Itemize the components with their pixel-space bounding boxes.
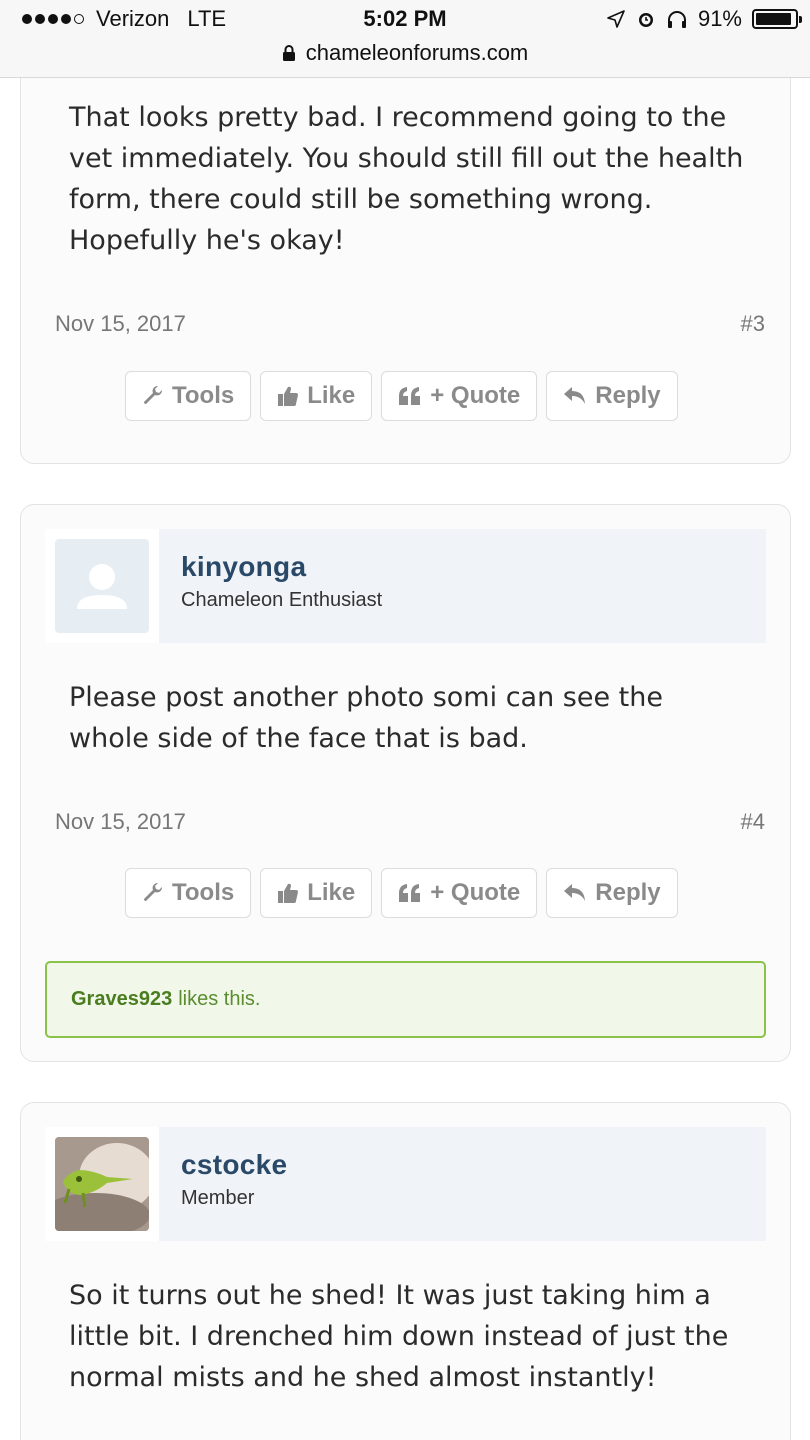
tools-label: Tools bbox=[172, 879, 235, 906]
default-user-icon bbox=[77, 564, 127, 609]
tools-label: Tools bbox=[172, 382, 235, 409]
quote-icon bbox=[399, 387, 421, 405]
thumbs-up-icon bbox=[278, 883, 299, 903]
post-date[interactable]: Nov 15, 2017 bbox=[55, 311, 186, 337]
status-bar: Verizon LTE 5:02 PM 91% chameleonforums.… bbox=[0, 0, 810, 78]
avatar[interactable] bbox=[55, 1137, 149, 1231]
user-info: cstocke Member bbox=[159, 1127, 287, 1241]
reply-button[interactable]: Reply bbox=[546, 371, 678, 421]
user-title: Member bbox=[181, 1187, 255, 1209]
reply-arrow-icon bbox=[564, 387, 586, 404]
username[interactable]: kinyonga bbox=[181, 551, 382, 583]
battery-percent: 91% bbox=[697, 6, 742, 31]
quote-button[interactable]: + Quote bbox=[381, 868, 538, 918]
post-3: That looks pretty bad. I recommend going… bbox=[20, 40, 791, 464]
chameleon-photo-avatar bbox=[55, 1137, 149, 1231]
avatar[interactable] bbox=[55, 539, 149, 633]
username[interactable]: cstocke bbox=[181, 1149, 287, 1181]
quote-icon bbox=[399, 884, 421, 902]
post-meta: Nov 15, 2017 #4 bbox=[55, 809, 765, 835]
alarm-icon bbox=[638, 13, 653, 27]
post-actions: Tools Like + Quote Reply bbox=[125, 371, 678, 421]
reply-arrow-icon bbox=[564, 884, 586, 901]
post-message: Please post another photo somi can see t… bbox=[69, 682, 663, 754]
like-button[interactable]: Like bbox=[260, 868, 373, 918]
likes-summary: Graves923 likes this. bbox=[45, 961, 766, 1038]
post-meta: Nov 15, 2017 #3 bbox=[55, 311, 765, 337]
headphones-icon bbox=[667, 11, 686, 28]
reply-label: Reply bbox=[595, 382, 661, 409]
reply-label: Reply bbox=[595, 879, 661, 906]
like-button[interactable]: Like bbox=[260, 371, 373, 421]
battery-level-fill bbox=[756, 13, 791, 25]
post-5: cstocke Member So it turns out he shed! … bbox=[20, 1102, 791, 1440]
address-bar[interactable]: chameleonforums.com bbox=[0, 40, 810, 66]
post-message: So it turns out he shed! It was just tak… bbox=[69, 1280, 729, 1393]
battery-icon bbox=[752, 9, 802, 29]
quote-label: + Quote bbox=[430, 382, 521, 409]
quote-label: + Quote bbox=[430, 879, 521, 906]
quote-button[interactable]: + Quote bbox=[381, 371, 538, 421]
post-message: That looks pretty bad. I recommend going… bbox=[69, 102, 744, 256]
post-actions: Tools Like + Quote Reply bbox=[125, 868, 678, 918]
user-info: kinyonga Chameleon Enthusiast bbox=[159, 529, 382, 643]
post-date[interactable]: Nov 15, 2017 bbox=[55, 809, 186, 835]
user-title: Chameleon Enthusiast bbox=[181, 589, 383, 611]
like-label: Like bbox=[307, 879, 356, 906]
tools-button[interactable]: Tools bbox=[125, 868, 252, 918]
like-label: Like bbox=[307, 382, 356, 409]
post-number[interactable]: #3 bbox=[741, 311, 765, 337]
url-text: chameleonforums.com bbox=[305, 40, 529, 65]
status-icons: 91% bbox=[606, 6, 802, 32]
post-4: kinyonga Chameleon Enthusiast Please pos… bbox=[20, 504, 791, 1062]
post-user-header: kinyonga Chameleon Enthusiast bbox=[45, 529, 766, 643]
location-arrow-icon bbox=[607, 10, 625, 28]
avatar-frame bbox=[45, 529, 159, 643]
reply-button[interactable]: Reply bbox=[546, 868, 678, 918]
thumbs-up-icon bbox=[278, 386, 299, 406]
likes-text[interactable]: likes this. bbox=[178, 988, 260, 1011]
tools-button[interactable]: Tools bbox=[125, 371, 252, 421]
lock-icon bbox=[282, 45, 295, 61]
liker-username[interactable]: Graves923 bbox=[71, 988, 172, 1011]
post-user-header: cstocke Member bbox=[45, 1127, 766, 1241]
post-number[interactable]: #4 bbox=[741, 809, 765, 835]
wrench-icon bbox=[144, 385, 163, 404]
wrench-icon bbox=[144, 882, 163, 901]
avatar-frame bbox=[45, 1127, 159, 1241]
